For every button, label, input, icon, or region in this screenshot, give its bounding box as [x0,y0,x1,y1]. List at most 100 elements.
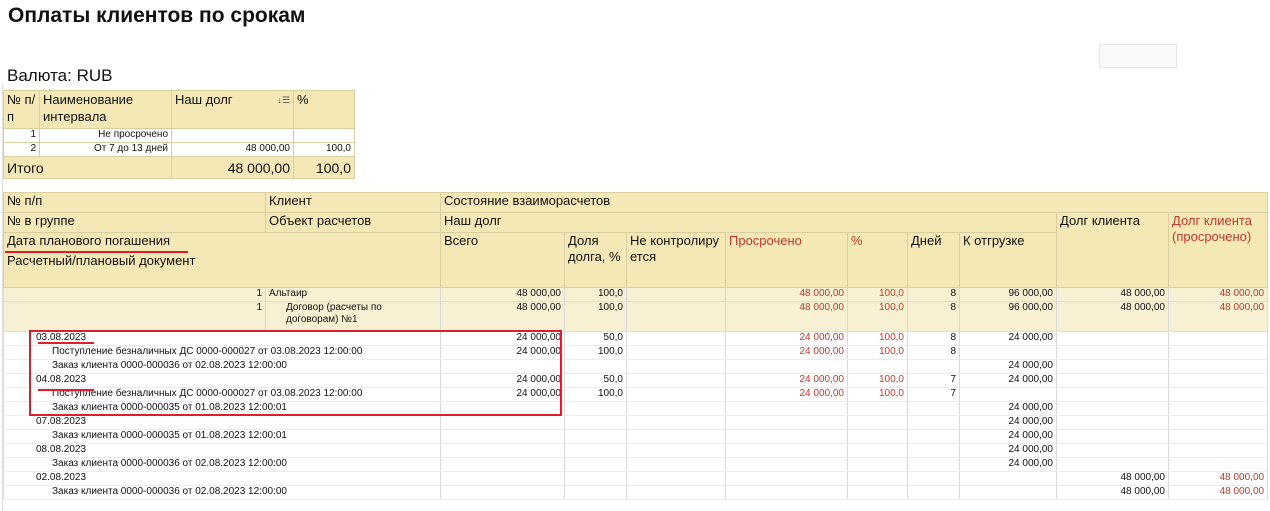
header-due-date-label: Дата планового погашения [7,233,171,249]
cell-share [564,401,627,416]
cell-overdue [725,443,848,458]
header-our-debt[interactable]: Наш долг [440,212,1057,233]
cell-pct: 100,0 [847,387,908,402]
header-total[interactable]: Всего [440,232,565,288]
header-share[interactable]: Доля долга, % [564,232,627,288]
cell-due-date: 08.08.2023 [3,443,441,458]
date-row[interactable]: 03.08.2023 24 000,00 50,0 24 000,00 100,0 8 24… [3,331,1269,346]
cell-empty [626,457,726,472]
group-row-client[interactable]: 1 Альтаир 48 000,00 100,0 48 000,00 100,0 8 96 … [3,287,1269,302]
group-row-contract[interactable]: 1 Договор (расчеты по договорам) №1 48 000… [3,301,1269,332]
summary-header-debt-label: Наш долг [175,92,233,107]
cell-empty [626,287,726,302]
header-object[interactable]: Объект расчетов [265,212,441,233]
header-due-date[interactable]: Дата планового погашения [3,232,441,253]
cell-days: 7 [907,387,960,402]
cell-pct [847,415,908,430]
cell-total: 24 000,00 [440,373,565,388]
cell-share [564,471,627,486]
cell-cdebt [1056,373,1169,388]
cell-overdue [725,429,848,444]
date-row[interactable]: 02.08.2023 48 000,00 48 000,00 [3,471,1269,486]
summary-header-num[interactable]: № п/п [3,90,40,129]
document-row[interactable]: Заказ клиента 0000-000036 от 02.08.2023 … [3,359,1269,374]
document-row[interactable]: Заказ клиента 0000-000035 от 01.08.2023 … [3,429,1269,444]
date-row[interactable]: 04.08.2023 24 000,00 50,0 24 000,00 100,0 7 24… [3,373,1269,388]
summary-header-interval[interactable]: Наименование интервала [39,90,172,129]
cell-empty [626,485,726,500]
cell-days [907,443,960,458]
cell-pct: 100,0 [847,301,908,332]
red-underline-annotation [38,389,94,391]
cell-share: 100,0 [564,345,627,360]
summary-cell-pct: 100,0 [293,142,355,157]
document-row[interactable]: Заказ клиента 0000-000036 от 02.08.2023 … [3,457,1269,472]
cell-cdebt [1056,387,1169,402]
cell-ship: 24 000,00 [959,429,1057,444]
cell-share [564,429,627,444]
cell-due-date: 02.08.2023 [3,471,441,486]
header-client-debt[interactable]: Долг клиента [1056,212,1169,288]
cell-overdue: 24 000,00 [725,331,848,346]
summary-total-row: Итого 48 000,00 100,0 [3,156,355,179]
summary-row[interactable]: 2 От 7 до 13 дней 48 000,00 100,0 [3,142,355,157]
document-row[interactable]: Заказ клиента 0000-000036 от 02.08.2023 … [3,485,1269,500]
cell-cdebt [1056,331,1169,346]
cell-cover [1167,387,1269,402]
cell-overdue [725,471,848,486]
header-doc[interactable]: Расчетный/плановый документ [3,252,441,279]
summary-cell-name: Не просрочено [39,128,172,143]
cell-cover [1167,457,1269,472]
page-title: Оплаты клиентов по срокам [8,4,306,27]
cell-cdebt [1056,359,1169,374]
header-group-num[interactable]: № в группе [3,212,266,233]
header-num[interactable]: № п/п [3,192,266,213]
header-overdue[interactable]: Просрочено [725,232,848,288]
header-client-debt-overdue[interactable]: Долг клиента (просрочено) [1167,212,1269,288]
cell-ship: 24 000,00 [959,443,1057,458]
summary-header-debt[interactable]: ↓☰ Наш долг [171,90,294,129]
sort-desc-icon[interactable]: ↓☰ [277,92,290,109]
date-row[interactable]: 07.08.2023 24 000,00 [3,415,1269,430]
summary-cell-num: 1 [3,128,40,143]
document-row[interactable]: Заказ клиента 0000-000035 от 01.08.2023 … [3,401,1269,416]
summary-header-pct[interactable]: % [293,90,355,129]
date-row[interactable]: 08.08.2023 24 000,00 [3,443,1269,458]
cell-empty [626,471,726,486]
cell-document: Заказ клиента 0000-000036 от 02.08.2023 … [3,457,441,472]
header-days[interactable]: Дней [907,232,960,288]
document-row[interactable]: Поступление безналичных ДС 0000-000027 о… [3,387,1269,402]
document-row[interactable]: Поступление безналичных ДС 0000-000027 о… [3,345,1269,360]
red-underline-annotation [5,251,188,253]
cell-cover: 48 000,00 [1167,485,1269,500]
cell-pct [847,471,908,486]
cell-name: Договор (расчеты по договорам) №1 [265,301,441,332]
cell-total [440,401,565,416]
cell-pct: 100,0 [847,287,908,302]
cell-document: Заказ клиента 0000-000035 от 01.08.2023 … [3,401,441,416]
cell-document: Заказ клиента 0000-000036 от 02.08.2023 … [3,359,441,374]
summary-row[interactable]: 1 Не просрочено [3,128,355,143]
summary-total-pct: 100,0 [293,156,355,179]
cell-empty [626,429,726,444]
header-client[interactable]: Клиент [265,192,441,213]
cell-cover [1167,429,1269,444]
toolbar-button[interactable] [1099,44,1177,68]
cell-cover [1167,345,1269,360]
cell-ship: 24 000,00 [959,457,1057,472]
cell-share [564,415,627,430]
header-uncontrolled[interactable]: Не контролируется [626,232,726,288]
cell-ship [959,471,1057,486]
header-state[interactable]: Состояние взаиморасчетов [439,192,1269,213]
cell-pct [847,457,908,472]
cell-total [440,471,565,486]
header-pct[interactable]: % [847,232,908,288]
header-to-ship[interactable]: К отгрузке [959,232,1057,288]
cell-pct [847,401,908,416]
cell-empty [626,415,726,430]
cell-total [440,443,565,458]
summary-table: № п/п Наименование интервала ↓☰ Наш долг … [3,90,355,179]
cell-num: 1 [3,287,266,302]
cell-total [440,485,565,500]
cell-ship: 96 000,00 [959,287,1057,302]
